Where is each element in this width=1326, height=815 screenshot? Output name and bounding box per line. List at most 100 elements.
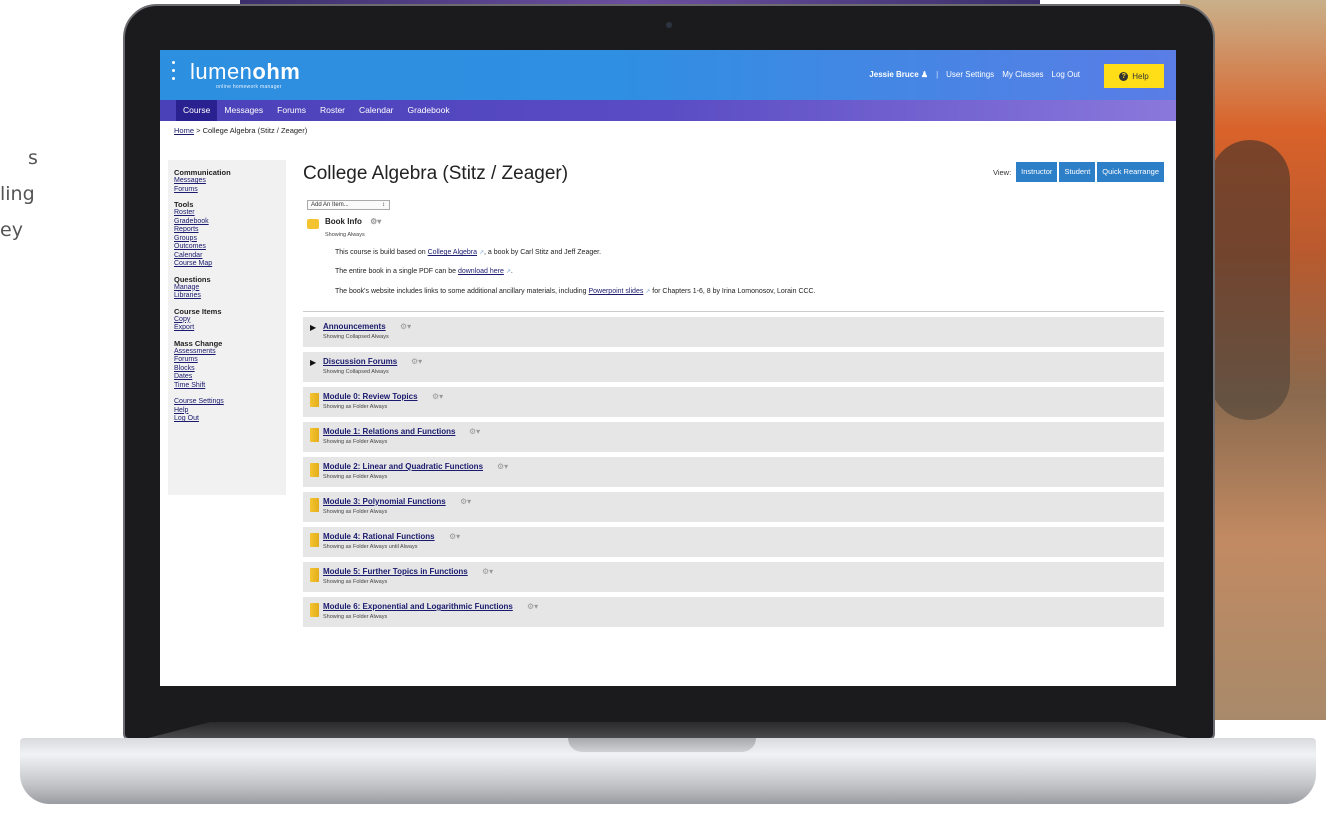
- course-block-status: Showing as Folder Always: [323, 509, 388, 515]
- sidebar-link-libraries[interactable]: Libraries: [174, 292, 280, 301]
- sidebar-link-calendar[interactable]: Calendar: [174, 252, 280, 261]
- sidebar-link-mass-forums[interactable]: Forums: [174, 356, 280, 365]
- quick-rearrange-button[interactable]: Quick Rearrange: [1097, 162, 1164, 182]
- sidebar-link-gradebook[interactable]: Gradebook: [174, 218, 280, 227]
- gear-icon[interactable]: ⚙▾: [497, 462, 508, 471]
- course-block-title[interactable]: Discussion Forums: [323, 357, 397, 366]
- help-icon: ?: [1119, 71, 1129, 81]
- background-text: s ling ey: [0, 140, 38, 248]
- user-name[interactable]: Jessie Bruce ♟: [869, 70, 928, 79]
- sidebar-heading: Course Items: [174, 306, 222, 316]
- folder-icon: [310, 428, 319, 442]
- sidebar-link-log-out[interactable]: Log Out: [174, 415, 280, 424]
- gear-icon[interactable]: ⚙▾: [527, 602, 538, 611]
- course-block-status: Showing as Folder Always until Always: [323, 544, 418, 550]
- sidebar-link-messages[interactable]: Messages: [174, 177, 280, 186]
- sidebar-link-forums[interactable]: Forums: [174, 186, 280, 195]
- sidebar-link-manage[interactable]: Manage: [174, 284, 280, 293]
- sidebar-link-export[interactable]: Export: [174, 324, 280, 333]
- course-block-title[interactable]: Module 6: Exponential and Logarithmic Fu…: [323, 602, 513, 611]
- course-block-title[interactable]: Announcements: [323, 322, 386, 331]
- sidebar-link-course-map[interactable]: Course Map: [174, 260, 280, 269]
- course-block-status: Showing Collapsed Always: [323, 334, 389, 340]
- course-block: Module 4: Rational Functions ⚙▾ Showing as…: [303, 527, 1164, 557]
- course-block-title[interactable]: Module 4: Rational Functions: [323, 532, 435, 541]
- select-arrow-icon: ↕: [382, 202, 385, 208]
- sidebar-link-dates[interactable]: Dates: [174, 373, 280, 382]
- tab-forums[interactable]: Forums: [270, 100, 313, 121]
- sidebar-link-time-shift[interactable]: Time Shift: [174, 382, 280, 391]
- sidebar-link-course-settings[interactable]: Course Settings: [174, 398, 280, 407]
- help-button[interactable]: ? Help: [1104, 64, 1164, 88]
- course-block-title[interactable]: Module 3: Polynomial Functions: [323, 497, 446, 506]
- gear-icon[interactable]: ⚙▾: [460, 497, 471, 506]
- sidebar-link-outcomes[interactable]: Outcomes: [174, 243, 280, 252]
- powerpoint-slides-link[interactable]: Powerpoint slides: [588, 288, 643, 295]
- course-block: Module 3: Polynomial Functions ⚙▾ Showing …: [303, 492, 1164, 522]
- course-block-title[interactable]: Module 0: Review Topics: [323, 392, 418, 401]
- gear-icon[interactable]: ⚙▾: [400, 322, 411, 331]
- sidebar-link-roster[interactable]: Roster: [174, 209, 280, 218]
- gear-icon[interactable]: ⚙▾: [482, 567, 493, 576]
- my-classes-link[interactable]: My Classes: [1002, 70, 1043, 79]
- sidebar-link-assessments[interactable]: Assessments: [174, 348, 280, 357]
- laptop-notch: [568, 738, 756, 752]
- expand-triangle-icon[interactable]: ▶: [310, 358, 316, 367]
- sidebar-link-groups[interactable]: Groups: [174, 235, 280, 244]
- folder-icon: [310, 498, 319, 512]
- sidebar: Communication Messages Forums Tools Rost…: [168, 160, 286, 495]
- course-block-title[interactable]: Module 1: Relations and Functions: [323, 427, 455, 436]
- course-block-title[interactable]: Module 5: Further Topics in Functions: [323, 567, 468, 576]
- book-info-icon: [307, 219, 319, 229]
- sidebar-heading: Tools: [174, 200, 194, 209]
- view-student-button[interactable]: Student: [1059, 162, 1096, 182]
- tab-course[interactable]: Course: [176, 100, 218, 121]
- course-block: ▶ Announcements ⚙▾ Showing Collapsed Always: [303, 317, 1164, 347]
- sidebar-link-copy[interactable]: Copy: [174, 316, 280, 325]
- course-block: Module 5: Further Topics in Functions ⚙▾ S…: [303, 562, 1164, 592]
- person-icon: ♟: [920, 70, 929, 79]
- download-here-link[interactable]: download here: [458, 268, 504, 275]
- course-block: Module 6: Exponential and Logarithmic Fu…: [303, 597, 1164, 627]
- folder-icon: [310, 533, 319, 547]
- laptop-hinge: [148, 722, 1188, 738]
- log-out-link[interactable]: Log Out: [1052, 70, 1080, 79]
- gear-icon[interactable]: ⚙▾: [449, 532, 460, 541]
- logo-tagline: online homework manager: [216, 84, 282, 90]
- breadcrumb-home-link[interactable]: Home: [174, 126, 194, 135]
- folder-icon: [310, 463, 319, 477]
- gear-icon[interactable]: ⚙▾: [411, 357, 422, 366]
- course-block: Module 2: Linear and Quadratic Functions…: [303, 457, 1164, 487]
- course-block: Module 0: Review Topics ⚙▾ Showing as Fold…: [303, 387, 1164, 417]
- background-text-line: s: [28, 147, 38, 169]
- tab-gradebook[interactable]: Gradebook: [401, 100, 457, 121]
- view-instructor-button[interactable]: Instructor: [1016, 162, 1058, 182]
- course-block-status: Showing as Folder Always: [323, 614, 388, 620]
- course-block-status: Showing as Folder Always: [323, 579, 388, 585]
- logo-name: lumenohm: [190, 59, 301, 84]
- user-settings-link[interactable]: User Settings: [946, 70, 994, 79]
- college-algebra-link[interactable]: College Algebra: [428, 249, 477, 256]
- divider: [303, 311, 1164, 312]
- gear-icon[interactable]: ⚙▾: [370, 217, 381, 226]
- sidebar-link-reports[interactable]: Reports: [174, 226, 280, 235]
- laptop-screen: lumenohm online homework manager Jessie …: [160, 50, 1176, 686]
- tab-roster[interactable]: Roster: [313, 100, 352, 121]
- course-block-status: Showing as Folder Always: [323, 439, 388, 445]
- book-info-line: This course is build based on College Al…: [335, 249, 602, 256]
- course-block-title[interactable]: Module 2: Linear and Quadratic Functions: [323, 462, 483, 471]
- expand-triangle-icon[interactable]: ▶: [310, 323, 316, 332]
- tab-calendar[interactable]: Calendar: [352, 100, 401, 121]
- sidebar-link-blocks[interactable]: Blocks: [174, 365, 280, 374]
- gear-icon[interactable]: ⚙▾: [432, 392, 443, 401]
- book-info-line: The book's website includes links to som…: [335, 288, 816, 295]
- add-item-select[interactable]: Add An Item... ↕: [307, 200, 390, 210]
- gear-icon[interactable]: ⚙▾: [469, 427, 480, 436]
- course-block-status: Showing as Folder Always: [323, 404, 388, 410]
- course-block: Module 1: Relations and Functions ⚙▾ Showi…: [303, 422, 1164, 452]
- book-info-status: Showing Always: [325, 232, 365, 238]
- tab-messages[interactable]: Messages: [217, 100, 270, 121]
- laptop-camera: [666, 22, 672, 28]
- sidebar-link-help[interactable]: Help: [174, 407, 280, 416]
- breadcrumb-current: College Algebra (Stitz / Zeager): [202, 126, 308, 135]
